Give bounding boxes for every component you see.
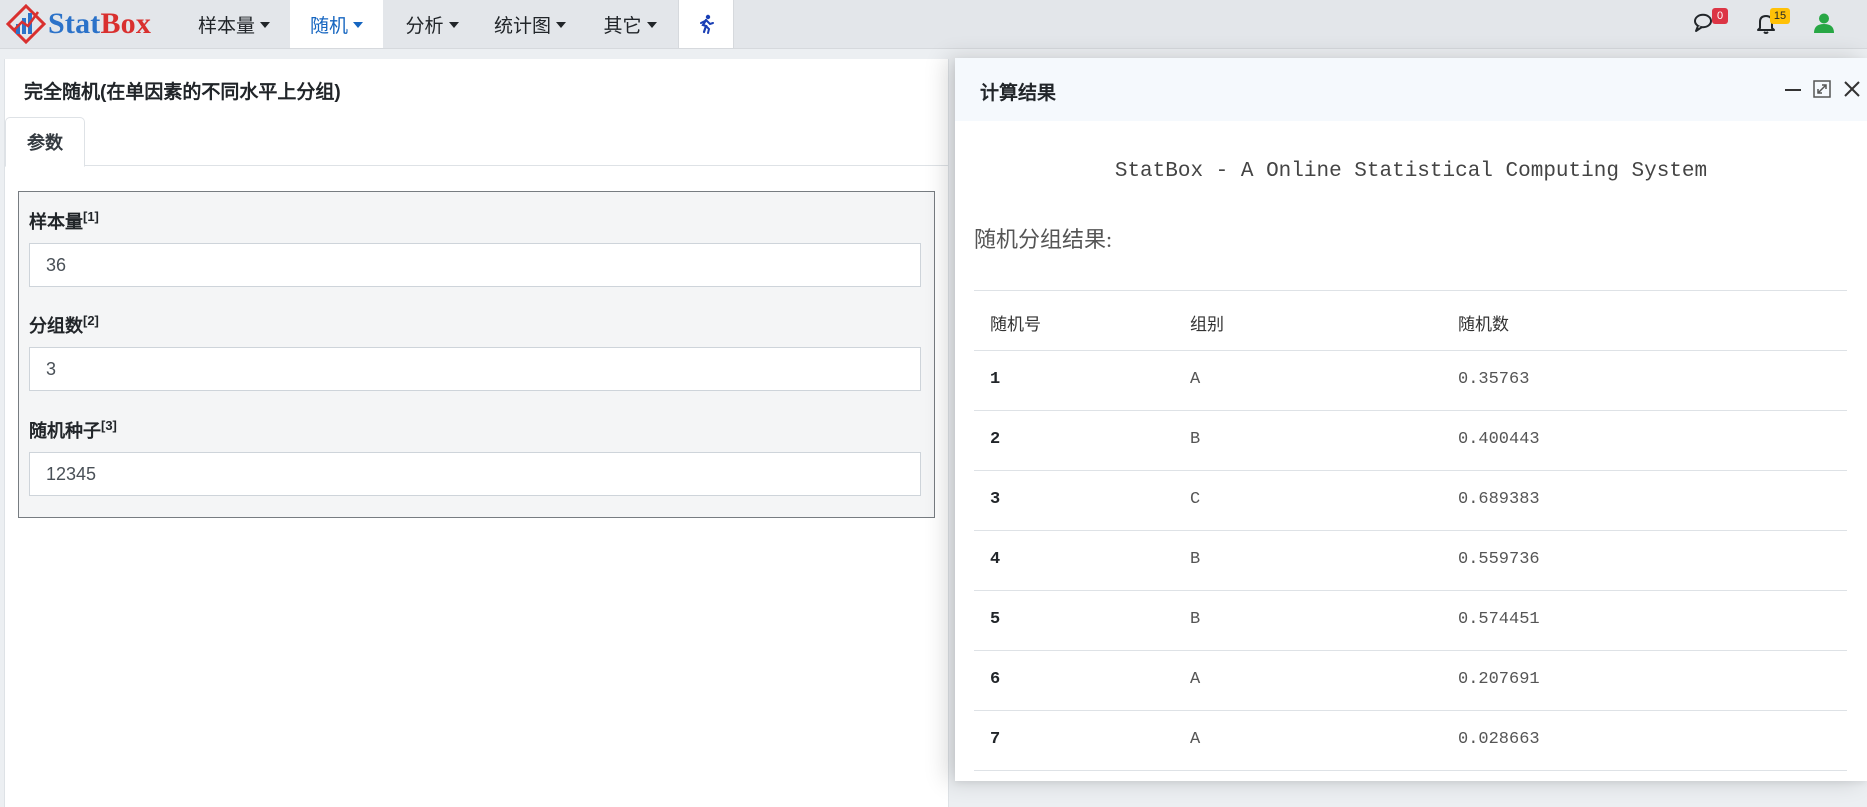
field-label-random-seed: 随机种子[3] [29,418,117,441]
cell-group: B [1190,430,1201,449]
table-row: 7 A 0.028663 [974,711,1847,771]
nav-label: 随机 [309,15,348,37]
cell-random-number: 0.574451 [1458,610,1540,629]
cell-random-number: 0.35763 [1458,370,1530,389]
notifications-button[interactable]: 15 [1756,8,1790,38]
sample-size-input[interactable] [29,243,921,287]
user-icon [1814,13,1834,33]
cell-random-id: 7 [990,730,1001,749]
table-row: 3 C 0.689383 [974,471,1847,531]
cell-group: A [1190,670,1201,689]
caret-down-icon [260,22,270,28]
footnote-ref[interactable]: [1] [83,209,99,224]
run-button[interactable] [678,0,734,48]
caret-down-icon [448,22,459,28]
minimize-button[interactable] [1782,78,1804,100]
cell-random-number: 0.689383 [1458,490,1540,509]
nav-label: 统计图 [493,15,551,37]
cell-random-number: 0.400443 [1458,430,1540,449]
cell-group: B [1190,610,1201,629]
cell-random-id: 1 [990,370,1001,389]
result-window: 计算结果 StatBox - A Online Statistical Comp… [955,58,1867,781]
table-row: 1 A 0.35763 [974,351,1847,411]
cell-random-id: 4 [990,550,1001,569]
nav-random[interactable]: 随机 [290,0,383,48]
close-icon [1844,81,1860,97]
cell-random-id: 3 [990,490,1001,509]
cell-random-id: 6 [990,670,1001,689]
column-header-group: 组别 [1190,315,1224,334]
table-row: 2 B 0.400443 [974,411,1847,471]
cell-group: A [1190,730,1201,749]
table-row: 6 A 0.207691 [974,651,1847,711]
caret-down-icon [353,22,363,28]
nav-label: 分析 [405,15,444,37]
caret-down-icon [556,22,566,28]
top-navbar: StatBox 样本量 随机 分析 统计图 其它 0 15 [0,0,1867,49]
cell-random-number: 0.559736 [1458,550,1540,569]
field-label-group-count: 分组数[2] [29,313,99,336]
footnote-ref[interactable]: [2] [83,313,99,328]
tab-bar-divider [5,165,948,166]
messages-button[interactable]: 0 [1693,8,1728,38]
footnote-ref[interactable]: [3] [101,418,117,433]
column-header-random-id: 随机号 [990,315,1041,334]
nav-charts[interactable]: 统计图 [480,0,580,48]
nav-analysis[interactable]: 分析 [392,0,472,48]
cell-group: A [1190,370,1201,389]
messages-badge: 0 [1712,8,1728,24]
caret-down-icon [646,22,657,28]
system-title: StatBox - A Online Statistical Computing… [1114,160,1708,183]
results-table: 随机号 组别 随机数 1 A 0.35763 2 B 0.400443 3 C … [974,290,1847,771]
close-button[interactable] [1841,78,1863,100]
nav-label: 样本量 [197,15,255,37]
tab-parameters[interactable]: 参数 [5,117,85,167]
table-row: 5 B 0.574451 [974,591,1847,651]
cell-group: C [1190,490,1201,509]
parameters-panel: 完全随机(在单因素的不同水平上分组) 参数 样本量[1] 分组数[2] 随机种子… [4,59,949,807]
notifications-badge: 15 [1770,8,1790,24]
brand[interactable]: StatBox [6,2,151,46]
cell-group: B [1190,550,1201,569]
user-menu-button[interactable] [1811,8,1845,38]
nav-others[interactable]: 其它 [590,0,670,48]
random-seed-input[interactable] [29,452,921,496]
page-title: 完全随机(在单因素的不同水平上分组) [24,82,341,103]
cell-random-id: 2 [990,430,1001,449]
parameters-form: 样本量[1] 分组数[2] 随机种子[3] [18,191,935,518]
brand-logo-icon [6,4,46,44]
cell-random-id: 5 [990,610,1001,629]
maximize-button[interactable] [1811,78,1833,100]
running-person-icon [700,14,714,34]
brand-name: StatBox [48,7,152,40]
maximize-icon [1813,80,1831,98]
minimize-icon [1785,89,1801,91]
cell-random-number: 0.028663 [1458,730,1540,749]
table-header: 随机号 组别 随机数 [974,290,1847,351]
field-label-sample-size: 样本量[1] [29,209,99,232]
section-label: 随机分组结果: [974,227,1113,252]
column-header-random-number: 随机数 [1458,315,1509,334]
result-window-header[interactable]: 计算结果 [955,58,1867,121]
table-row: 4 B 0.559736 [974,531,1847,591]
nav-sample-size[interactable]: 样本量 [186,0,282,48]
group-count-input[interactable] [29,347,921,391]
nav-label: 其它 [603,15,642,37]
cell-random-number: 0.207691 [1458,670,1540,689]
result-window-title: 计算结果 [980,83,1057,104]
